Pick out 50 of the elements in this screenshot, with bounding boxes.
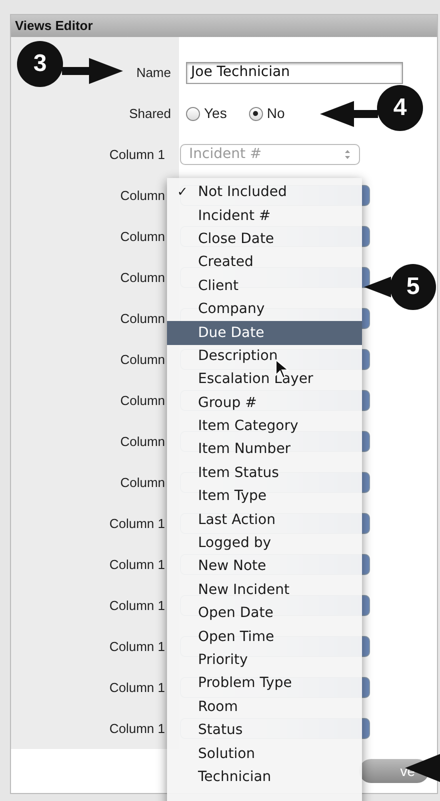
menu-item[interactable]: Technician (167, 766, 362, 790)
menu-item[interactable]: Group # (167, 392, 362, 415)
arrow-icon (320, 101, 378, 127)
menu-item[interactable]: Item Type (167, 485, 362, 508)
menu-item[interactable]: Open Date (167, 602, 362, 626)
field-label: Name (136, 64, 171, 82)
field-label: Shared (129, 104, 171, 123)
menu-item[interactable]: Incident # (167, 204, 362, 228)
menu-item[interactable]: Created (167, 251, 362, 275)
name-field[interactable]: Joe Technician (186, 62, 403, 84)
field-label: Column (120, 392, 165, 410)
menu-item[interactable]: Client (167, 274, 362, 298)
menu-item[interactable]: Due Date (167, 321, 362, 345)
field-label: Column 1 (109, 638, 165, 656)
radio-option[interactable]: No (248, 103, 285, 124)
field-label: Column (120, 228, 165, 246)
field-label: Column (120, 268, 165, 287)
menu-item[interactable]: Last Action (167, 508, 362, 532)
menu-item[interactable]: New Incident (167, 578, 362, 602)
field-label: Column 1 (109, 678, 165, 697)
menu-item[interactable]: Item Status (167, 462, 362, 486)
menu-item[interactable]: Solution (167, 742, 362, 766)
panel-title: Views Editor (15, 17, 93, 36)
menu-item[interactable]: ✓ Not Included (167, 181, 362, 204)
stepper-icon (344, 149, 351, 160)
menu-item[interactable]: Room (167, 696, 362, 719)
menu-item[interactable]: Item Category (167, 414, 362, 438)
field-label: Column (120, 310, 165, 328)
menu-item[interactable]: Company (167, 298, 362, 322)
field-label: Column 1 (109, 596, 165, 615)
menu-item[interactable]: Close Date (167, 228, 362, 252)
menu-item[interactable]: Description (167, 344, 362, 368)
field-label: Column 1 (109, 720, 165, 738)
menu-item[interactable]: Logged by (167, 532, 362, 556)
field-label: Column 1 (109, 556, 165, 574)
menu-item[interactable]: Priority (167, 648, 362, 672)
radio-option[interactable]: Yes (186, 103, 227, 124)
menu-item[interactable]: New Note (167, 555, 362, 579)
field-label: Column (120, 474, 165, 492)
menu-item[interactable]: Open Time (167, 625, 362, 649)
menu-item[interactable]: Problem Type (167, 672, 362, 696)
field-label: Column (120, 432, 165, 451)
menu-item[interactable]: Escalation Layer (167, 368, 362, 392)
menu-item[interactable]: Item Number (167, 438, 362, 462)
field-label: Column 1 (109, 514, 165, 533)
field-label: Column (120, 350, 165, 369)
arrow-icon (62, 58, 123, 84)
menu-item[interactable]: Status (167, 718, 362, 742)
field-label: Column (120, 186, 165, 205)
field-label: Column 1 (109, 146, 165, 164)
